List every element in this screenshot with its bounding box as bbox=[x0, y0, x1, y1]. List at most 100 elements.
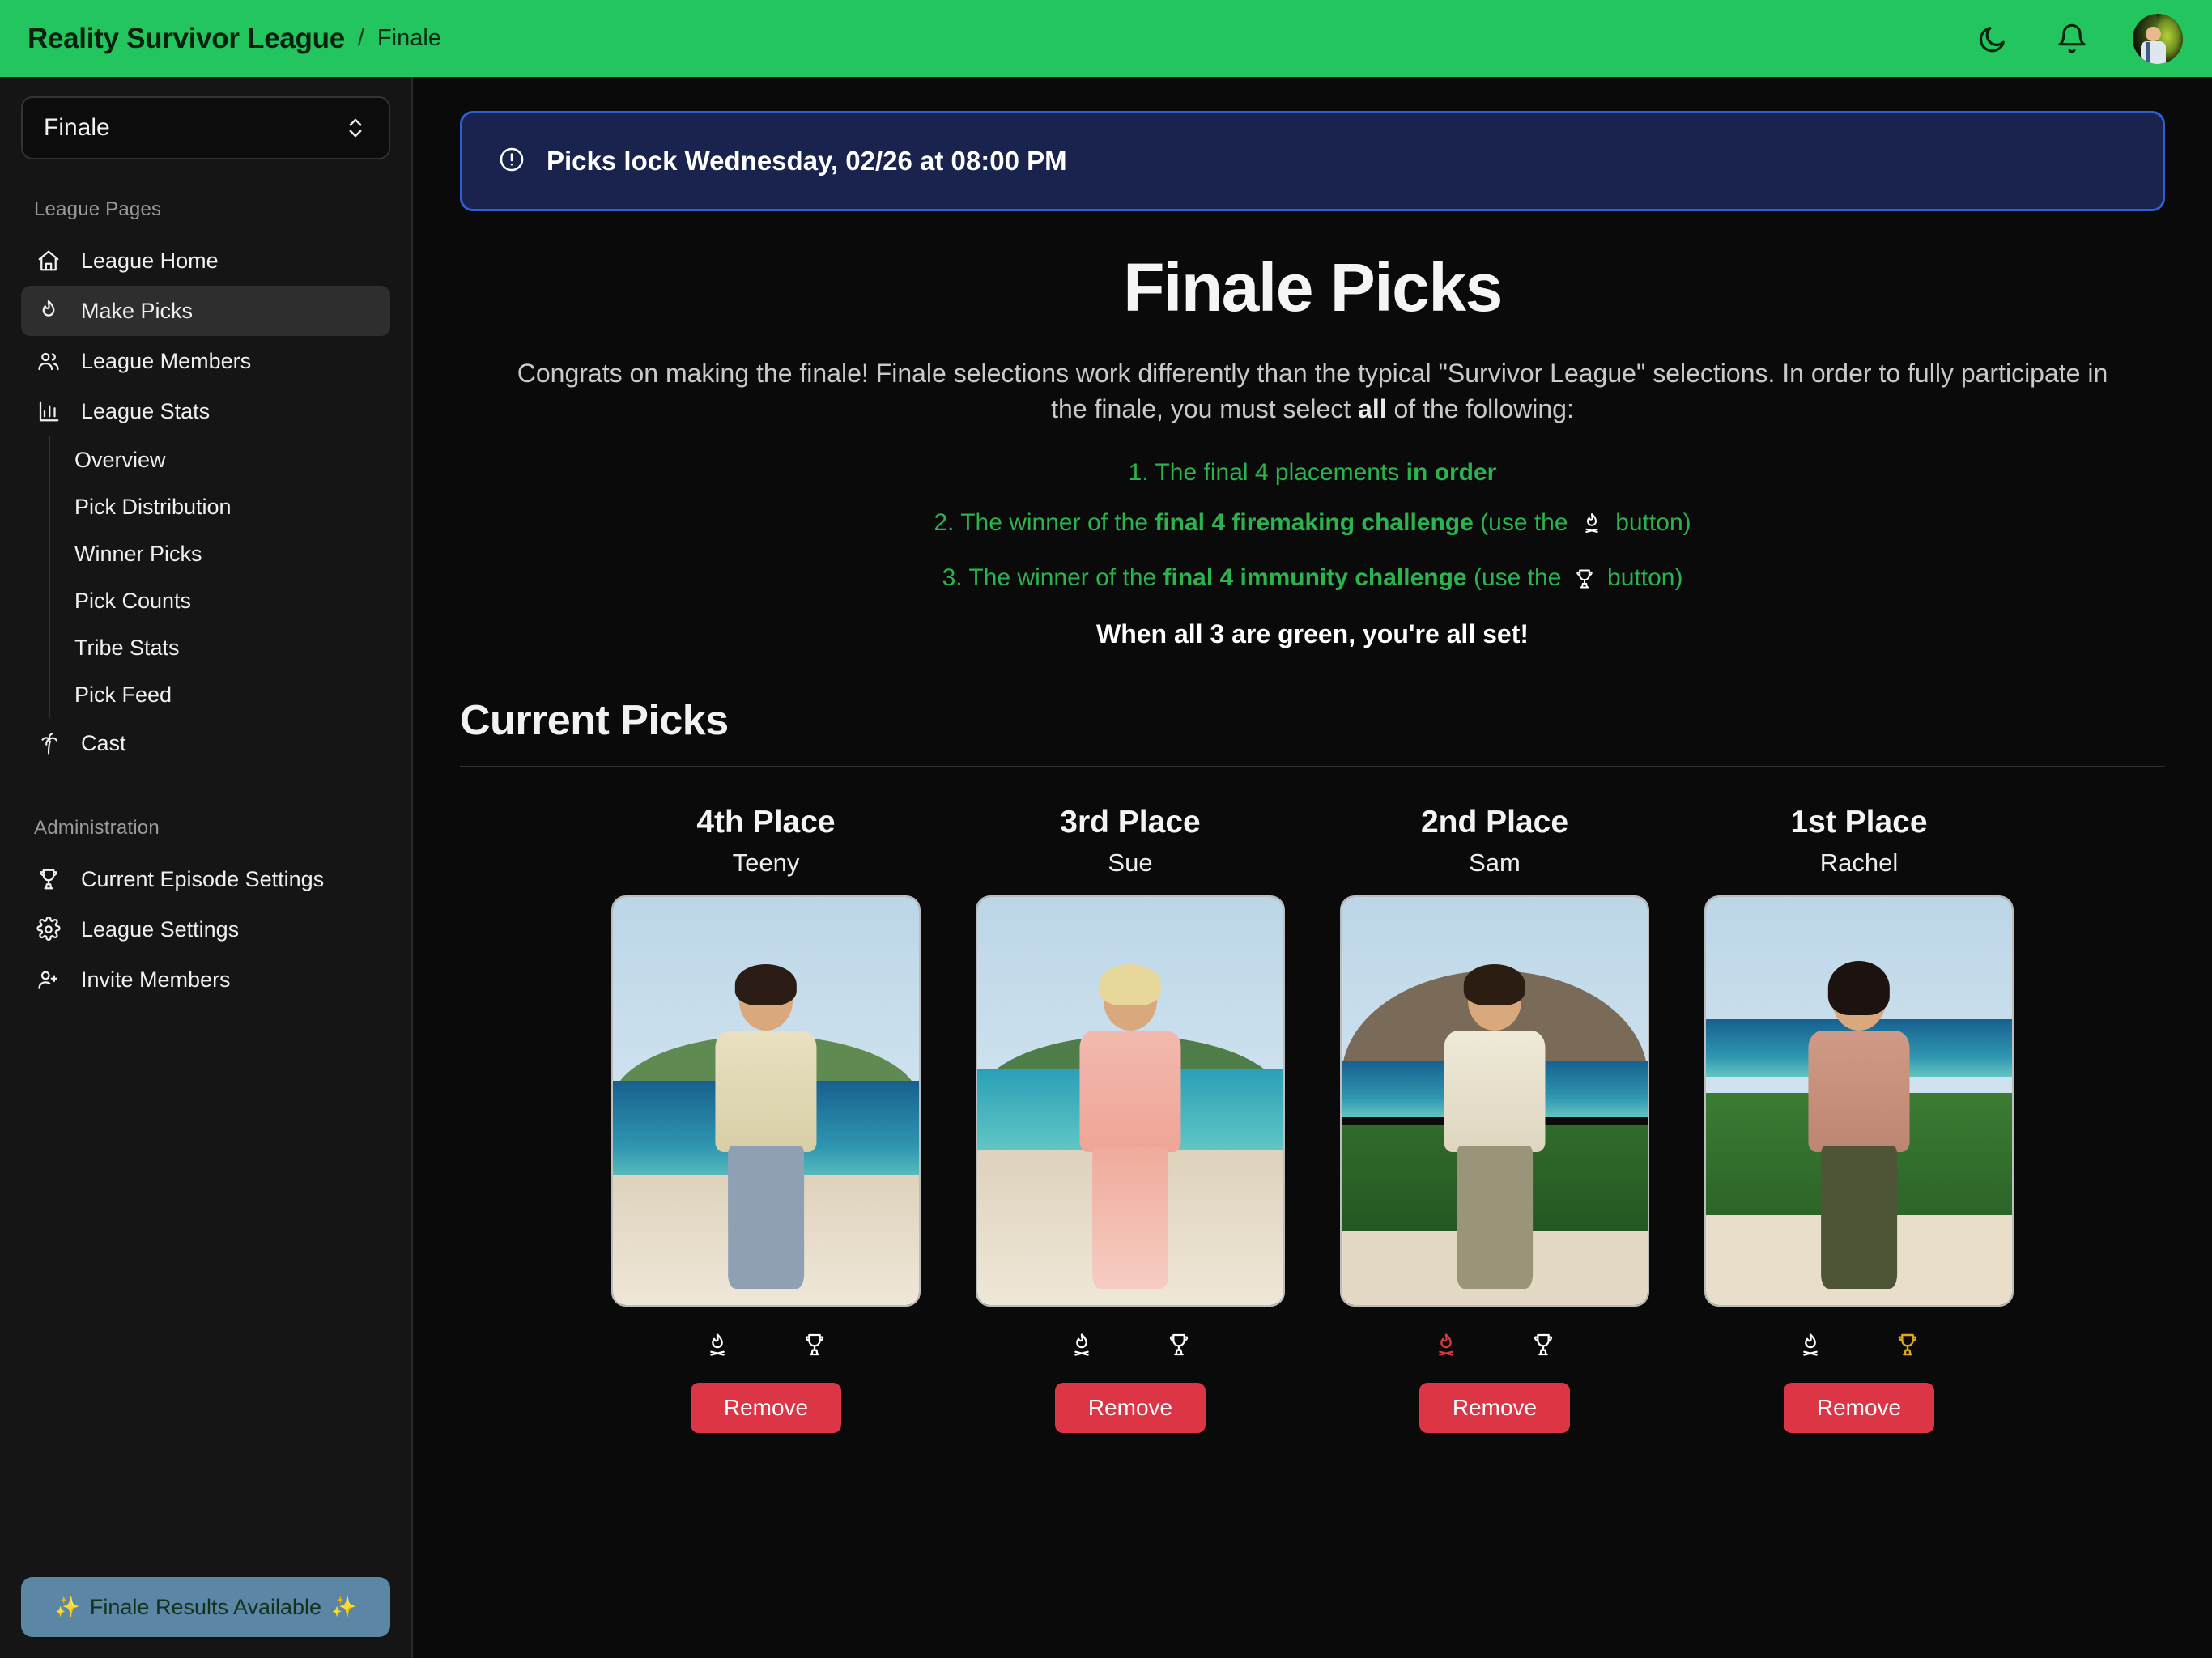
contestant-photo[interactable] bbox=[1340, 895, 1649, 1307]
breadcrumb-current[interactable]: Finale bbox=[377, 25, 441, 52]
figure-hair bbox=[1099, 963, 1162, 1005]
sidebar-item-label: League Members bbox=[81, 348, 252, 373]
sidebar-item-label: Winner Picks bbox=[74, 541, 202, 566]
sidebar-item-make-picks[interactable]: Make Picks bbox=[21, 286, 390, 336]
figure-hair bbox=[1827, 960, 1891, 1015]
sidebar-item-pick-distribution[interactable]: Pick Distribution bbox=[50, 483, 390, 530]
bell-icon[interactable] bbox=[2053, 20, 2091, 57]
campfire-icon bbox=[1580, 511, 1604, 542]
pick-contestant-name: Rachel bbox=[1819, 848, 1899, 878]
picks-lock-alert: Picks lock Wednesday, 02/26 at 08:00 PM bbox=[460, 111, 2165, 211]
pick-contestant-name: Sam bbox=[1469, 848, 1521, 878]
remove-button[interactable]: Remove bbox=[1784, 1383, 1934, 1434]
remove-button[interactable]: Remove bbox=[691, 1383, 841, 1434]
photo-figure bbox=[696, 963, 836, 1289]
requirement-2-bold: final 4 firemaking challenge bbox=[1155, 509, 1474, 537]
trophy-icon[interactable] bbox=[1526, 1328, 1560, 1362]
sidebar-item-pick-feed[interactable]: Pick Feed bbox=[50, 671, 390, 718]
sidebar-item-label: League Home bbox=[81, 248, 219, 273]
picks-card-grid: 4th Place Teeny Remove 3rd Place Sue Rem… bbox=[460, 805, 2165, 1434]
sparkles-icon-right: ✨ bbox=[331, 1595, 357, 1618]
intro-paragraph: Congrats on making the finale! Finale se… bbox=[503, 356, 2122, 427]
contestant-photo[interactable] bbox=[611, 895, 921, 1307]
pick-place-label: 4th Place bbox=[696, 805, 836, 840]
nav-section-title-administration: Administration bbox=[34, 817, 160, 839]
campfire-icon[interactable] bbox=[1065, 1328, 1099, 1362]
requirement-1-number: 1. bbox=[1128, 459, 1149, 487]
figure-legs bbox=[728, 1145, 804, 1289]
gear-icon bbox=[36, 916, 62, 942]
requirement-3-number: 3. bbox=[942, 564, 963, 592]
league-selector[interactable]: Finale bbox=[21, 96, 390, 159]
contestant-photo[interactable] bbox=[1704, 895, 2014, 1307]
trophy-icon bbox=[1573, 568, 1596, 597]
requirement-2: 2. The winner of the final 4 firemaking … bbox=[460, 509, 2165, 542]
figure-torso bbox=[1079, 1031, 1181, 1152]
requirement-2-text: The winner of the bbox=[954, 509, 1155, 537]
sidebar-item-winner-picks[interactable]: Winner Picks bbox=[50, 530, 390, 577]
figure-legs bbox=[1821, 1145, 1897, 1289]
sidebar-item-label: Invite Members bbox=[81, 967, 231, 992]
sidebar-item-league-settings[interactable]: League Settings bbox=[21, 904, 390, 954]
all-set-text: When all 3 are green, you're all set! bbox=[1095, 619, 1529, 649]
user-plus-icon bbox=[36, 967, 62, 993]
palm-tree-icon bbox=[36, 730, 62, 756]
sidebar-item-invite-members[interactable]: Invite Members bbox=[21, 954, 390, 1005]
avatar-body bbox=[2140, 40, 2166, 64]
requirement-3-text: The winner of the bbox=[962, 564, 1163, 592]
avatar-strap bbox=[2146, 42, 2150, 64]
header-actions bbox=[1974, 13, 2183, 64]
sidebar-item-current-episode-settings[interactable]: Current Episode Settings bbox=[21, 854, 390, 904]
trophy-icon[interactable] bbox=[798, 1328, 832, 1362]
pick-action-icons bbox=[1793, 1328, 1925, 1362]
sidebar-item-label: League Stats bbox=[81, 398, 211, 423]
users-icon bbox=[36, 348, 62, 374]
requirement-2-text-after: (use the bbox=[1473, 509, 1575, 537]
sidebar-item-league-home[interactable]: League Home bbox=[21, 236, 390, 286]
sidebar-item-label: Tribe Stats bbox=[74, 635, 180, 660]
home-icon bbox=[36, 248, 62, 274]
requirement-3-text-after: (use the bbox=[1466, 564, 1568, 592]
current-picks-heading: Current Picks bbox=[460, 696, 2165, 768]
photo-figure bbox=[1060, 963, 1201, 1289]
intro-part-1: Congrats on making the finale! Finale se… bbox=[517, 359, 2108, 423]
league-selector-value: Finale bbox=[44, 114, 110, 141]
sidebar-item-label: Overview bbox=[74, 447, 166, 472]
figure-hair bbox=[1463, 963, 1526, 1005]
pick-action-icons bbox=[700, 1328, 832, 1362]
nav-section-title-league-pages: League Pages bbox=[34, 198, 162, 220]
pick-card: 3rd Place Sue Remove bbox=[976, 805, 1285, 1434]
sidebar-item-pick-counts[interactable]: Pick Counts bbox=[50, 577, 390, 624]
requirement-2-text-end: button) bbox=[1608, 509, 1691, 537]
contestant-photo[interactable] bbox=[976, 895, 1285, 1307]
campfire-icon[interactable] bbox=[1429, 1328, 1463, 1362]
requirement-2-number: 2. bbox=[934, 509, 955, 537]
sparkles-icon-left: ✨ bbox=[54, 1595, 80, 1618]
pick-place-label: 3rd Place bbox=[1060, 805, 1201, 840]
moon-icon[interactable] bbox=[1974, 20, 2011, 57]
sidebar-spacer-admin bbox=[21, 768, 390, 810]
figure-torso bbox=[1808, 1031, 1910, 1152]
campfire-icon[interactable] bbox=[1793, 1328, 1827, 1362]
figure-legs bbox=[1092, 1145, 1168, 1289]
bar-chart-icon bbox=[36, 398, 62, 424]
alert-circle-icon bbox=[498, 146, 525, 177]
campfire-icon[interactable] bbox=[700, 1328, 734, 1362]
sidebar-subnav-league-stats: Overview Pick Distribution Winner Picks … bbox=[49, 436, 390, 718]
finale-results-available-button[interactable]: ✨ Finale Results Available ✨ bbox=[21, 1577, 390, 1637]
sidebar-item-league-stats[interactable]: League Stats bbox=[21, 386, 390, 436]
sidebar-item-tribe-stats[interactable]: Tribe Stats bbox=[50, 624, 390, 671]
sidebar-item-overview[interactable]: Overview bbox=[50, 436, 390, 483]
pick-card: 1st Place Rachel Remove bbox=[1704, 805, 2014, 1434]
remove-button[interactable]: Remove bbox=[1419, 1383, 1570, 1434]
trophy-icon[interactable] bbox=[1162, 1328, 1196, 1362]
remove-button[interactable]: Remove bbox=[1055, 1383, 1206, 1434]
avatar[interactable] bbox=[2133, 13, 2183, 64]
sidebar-item-label: Current Episode Settings bbox=[81, 866, 325, 891]
pick-card: 4th Place Teeny Remove bbox=[611, 805, 921, 1434]
sidebar-item-league-members[interactable]: League Members bbox=[21, 336, 390, 386]
sidebar-item-label: Cast bbox=[81, 730, 126, 755]
trophy-icon[interactable] bbox=[1891, 1328, 1925, 1362]
sidebar-item-cast[interactable]: Cast bbox=[21, 718, 390, 768]
flame-icon bbox=[36, 298, 62, 324]
